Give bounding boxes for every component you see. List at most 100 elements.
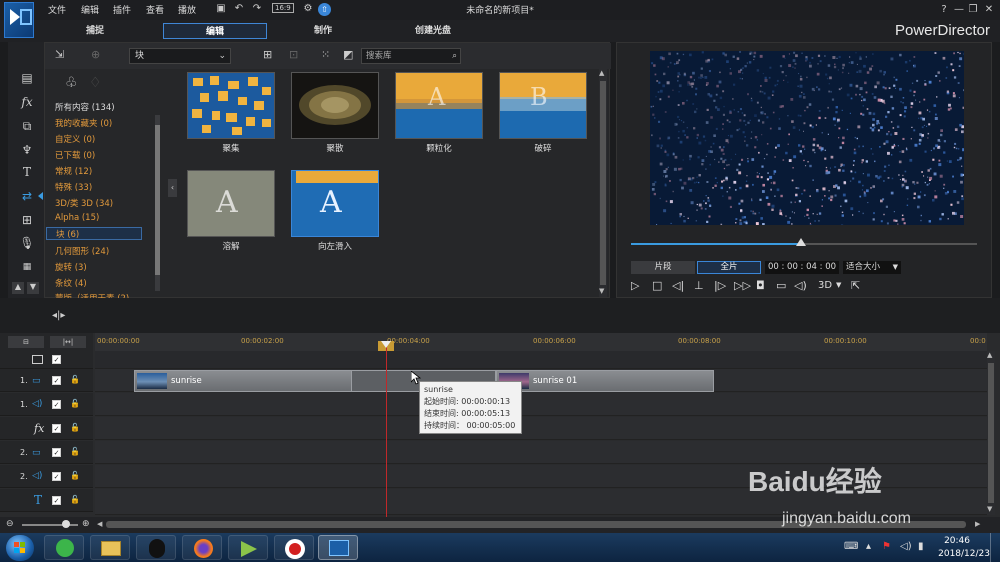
restore-button[interactable]: ❐ — [966, 3, 980, 17]
network-icon[interactable]: ▮ — [918, 541, 924, 552]
category-item-selected[interactable]: 块 (6) — [46, 227, 142, 240]
particle-room-icon[interactable]: ♆ — [18, 142, 36, 158]
menu-file[interactable]: 文件 — [48, 3, 66, 16]
close-button[interactable]: ✕ — [982, 3, 996, 17]
subtitle-icon[interactable]: ▭ — [776, 279, 786, 292]
scroll-up-icon[interactable]: ▲ — [599, 69, 604, 77]
category-item[interactable]: 旋转 (3) — [55, 261, 87, 273]
grid-view-icon[interactable]: ⁙ — [321, 48, 330, 61]
tab-capture[interactable]: 捕捉 — [45, 23, 145, 39]
zoom-fit-select[interactable]: 适合大小 ▼ — [843, 261, 901, 274]
time-ruler[interactable]: 00:00:00:00 00:00:02:00 00:00:04:00 00:0… — [95, 333, 987, 351]
play-icon[interactable]: ▷ — [631, 279, 639, 292]
3d-mode-button[interactable]: 3D — [818, 280, 832, 291]
library-scroll-thumb[interactable] — [600, 81, 606, 285]
category-scrollbar[interactable] — [155, 115, 160, 291]
taskbar-app-qq[interactable] — [136, 535, 176, 560]
import-icon[interactable]: ⇲ — [55, 48, 64, 61]
library-search-input[interactable]: 搜索库 ⌕ — [361, 48, 461, 64]
collapse-panel-icon[interactable]: ‹ — [168, 179, 177, 197]
lock-icon[interactable]: 🔓 — [70, 399, 80, 408]
category-item[interactable]: 常规 (12) — [55, 165, 92, 177]
track-enable-checkbox[interactable]: ✓ — [52, 472, 61, 481]
scroll-up-icon[interactable]: ▲ — [987, 351, 992, 359]
track-enable-checkbox[interactable]: ✓ — [52, 376, 61, 385]
tab-produce[interactable]: 制作 — [273, 23, 373, 39]
pip-room-icon[interactable]: ⧉ — [18, 118, 36, 134]
category-item[interactable]: 几何图形 (24) — [55, 245, 109, 257]
timeline-storyboard-toggle-icon[interactable]: ◂|▸ — [52, 310, 65, 321]
lock-icon[interactable]: 🔓 — [70, 471, 80, 480]
chevron-down-icon[interactable]: ▼ — [836, 281, 841, 289]
title-room-icon[interactable]: T — [18, 164, 36, 180]
scrubber-handle[interactable] — [795, 238, 806, 246]
timecode-display[interactable]: 00 : 00 : 04 : 00 — [765, 261, 839, 274]
effect-room-icon[interactable]: fx — [18, 94, 36, 110]
transition-thumbnail[interactable]: B — [499, 72, 587, 139]
transition-thumbnail[interactable]: A — [187, 170, 275, 237]
clip-mode-button[interactable]: 片段 — [631, 261, 695, 274]
zoom-in-icon[interactable]: ⊕ — [82, 519, 90, 529]
scroll-down-icon[interactable]: ▼ — [599, 287, 604, 295]
undo-icon[interactable]: ↶ — [233, 3, 245, 15]
search-icon[interactable]: ⌕ — [452, 49, 457, 63]
download-icon[interactable]: ⊕ — [91, 48, 100, 61]
tray-chevron-icon[interactable]: ▴ — [866, 541, 871, 552]
stop-icon[interactable]: □ — [652, 279, 662, 292]
lock-icon[interactable]: 🔓 — [70, 447, 80, 456]
track-enable-checkbox[interactable]: ✓ — [52, 424, 61, 433]
timeline-v-scroll-thumb[interactable] — [988, 363, 994, 503]
save-icon[interactable]: ▣ — [215, 3, 227, 15]
next-frame-icon[interactable]: |▷ — [714, 279, 726, 292]
movie-mode-button[interactable]: 全片 — [697, 261, 761, 274]
transition-thumbnail[interactable]: A — [291, 170, 379, 237]
fit-timeline-icon[interactable]: |↔| — [50, 336, 86, 348]
transition-thumbnail[interactable]: A — [395, 72, 483, 139]
menu-view[interactable]: 查看 — [146, 3, 164, 16]
track-enable-checkbox[interactable]: ✓ — [52, 400, 61, 409]
lock-icon[interactable]: 🔓 — [70, 495, 80, 504]
insert-icon[interactable]: ⊡ — [289, 48, 298, 61]
add-to-timeline-icon[interactable]: ⊞ — [263, 48, 272, 61]
taskbar-app-powerdirector[interactable] — [318, 535, 358, 560]
playhead-handle[interactable] — [381, 341, 391, 348]
upgrade-icon[interactable]: ⇧ — [318, 3, 331, 16]
category-item[interactable]: 条纹 (4) — [55, 277, 87, 289]
scroll-left-icon[interactable]: ◀ — [97, 520, 102, 528]
category-select[interactable]: 块 ⌄ — [129, 48, 231, 64]
transition-thumbnail[interactable] — [187, 72, 275, 139]
settings-icon[interactable]: ⚙ — [302, 3, 314, 15]
taskbar-app-recorder[interactable] — [274, 535, 314, 560]
volume-tray-icon[interactable]: ◁) — [900, 541, 912, 552]
security-icon[interactable]: ⚑ — [882, 541, 891, 552]
layout-icon[interactable]: ◩ — [343, 48, 353, 61]
media-room-icon[interactable]: ▤ — [18, 70, 36, 86]
category-item[interactable]: 我的收藏夹 (0) — [55, 117, 112, 129]
category-item[interactable]: 所有内容 (134) — [55, 101, 115, 113]
library-scrollbar[interactable]: ▲ ▼ — [599, 69, 607, 297]
menu-edit[interactable]: 编辑 — [81, 3, 99, 16]
taskbar-app-media[interactable] — [228, 535, 268, 560]
scroll-down-icon[interactable]: ▼ — [987, 505, 992, 513]
track-manager-icon[interactable]: ⊟ — [8, 336, 44, 348]
aspect-ratio-select[interactable]: 16:9 — [272, 3, 294, 13]
chapter-room-icon[interactable]: ▦ — [18, 259, 36, 275]
lock-icon[interactable]: 🔓 — [70, 423, 80, 432]
category-scroll-thumb[interactable] — [155, 125, 160, 275]
lock-icon[interactable]: 🔓 — [70, 375, 80, 384]
redo-icon[interactable]: ↷ — [251, 3, 263, 15]
scroll-down-icon[interactable]: ▼ — [27, 282, 39, 294]
track-enable-checkbox[interactable]: ✓ — [52, 448, 61, 457]
taskbar-app-firefox[interactable] — [182, 535, 222, 560]
taskbar-app-360[interactable] — [44, 535, 84, 560]
zoom-slider-handle[interactable] — [62, 520, 70, 528]
category-item[interactable]: Alpha (15) — [55, 213, 99, 223]
zoom-out-icon[interactable]: ⊖ — [6, 519, 14, 529]
preview-scrubber[interactable] — [631, 238, 977, 246]
snapshot-icon[interactable]: ◘ — [756, 279, 765, 292]
show-desktop-button[interactable] — [990, 533, 1000, 562]
split-icon[interactable]: ⊥ — [694, 279, 704, 292]
fast-forward-icon[interactable]: ▷▷ — [734, 279, 751, 292]
taskbar-app-explorer[interactable] — [90, 535, 130, 560]
video-clip[interactable]: sunrise 01 — [496, 370, 714, 392]
